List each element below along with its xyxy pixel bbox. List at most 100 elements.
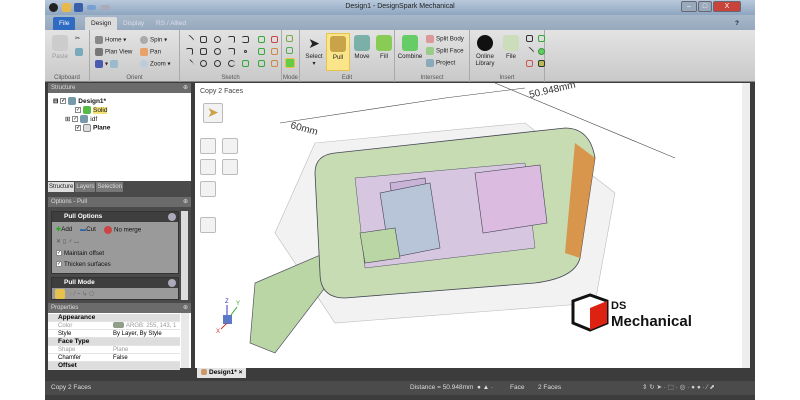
axis-icon[interactable]: [524, 46, 535, 57]
tab-design[interactable]: Design: [85, 17, 118, 30]
bend-tool-icon[interactable]: [258, 60, 265, 67]
collapse-icon[interactable]: [168, 213, 176, 221]
extend-tool-icon[interactable]: [271, 48, 278, 55]
property-row-style[interactable]: Style By Layer, By Style: [48, 330, 180, 338]
pull-button[interactable]: Pull: [326, 33, 350, 71]
thicken-surfaces-checkbox[interactable]: ✓ Thicken surfaces: [56, 261, 111, 268]
structure-header: Structure ⊕: [48, 83, 191, 93]
snap-icon[interactable]: ● ▲ ·: [477, 381, 493, 395]
no-merge-option[interactable]: No merge: [104, 226, 141, 234]
home-button[interactable]: Home ▾: [95, 36, 126, 44]
section-mode-icon[interactable]: [286, 47, 293, 54]
window-title: Design1 - DesignSpark Mechanical: [345, 3, 455, 10]
selection-filter[interactable]: Face: [510, 381, 524, 395]
plan-view-button[interactable]: Plan View: [95, 48, 132, 56]
insert-file-button[interactable]: File: [499, 33, 523, 71]
split-line-icon[interactable]: [271, 60, 278, 67]
fill-button[interactable]: Fill: [372, 33, 396, 71]
collapse-icon[interactable]: [168, 279, 176, 287]
pan-button[interactable]: Pan: [140, 48, 161, 56]
selection-count[interactable]: 2 Faces: [538, 381, 561, 395]
plane-icon[interactable]: [526, 35, 533, 42]
zoom-button[interactable]: Zoom ▾: [140, 60, 171, 68]
line-tool-icon[interactable]: [184, 34, 195, 45]
tab-selection[interactable]: Selection: [96, 182, 124, 192]
add-option[interactable]: ✚Add: [56, 226, 72, 233]
tab-file[interactable]: File: [53, 17, 76, 30]
property-row-color[interactable]: Color ARGB: 255, 143, 1: [48, 322, 180, 330]
maximize-button[interactable]: □: [698, 1, 712, 12]
copy-icon[interactable]: [75, 48, 85, 56]
circle-edge-icon[interactable]: [214, 60, 221, 67]
point-tool-icon[interactable]: [244, 50, 247, 53]
ellipse-tool-icon[interactable]: [214, 48, 221, 55]
pull-mode-icons[interactable]: ◌ ⁄ ~ ↳ ⬡: [55, 289, 95, 299]
pin-icon[interactable]: ⊕: [183, 197, 188, 207]
split-face-button[interactable]: Split Face: [426, 47, 464, 55]
component-icon[interactable]: [538, 60, 545, 67]
tab-structure[interactable]: Structure: [48, 182, 75, 192]
view-cube-button[interactable]: ▾: [95, 60, 120, 68]
cylinder-icon[interactable]: [538, 35, 545, 42]
rectangle-tool-icon[interactable]: [200, 36, 207, 43]
move-button[interactable]: Move: [350, 33, 374, 71]
tree-item-idf[interactable]: ⊞ ✓ idf: [65, 115, 97, 124]
pin-icon[interactable]: ⊕: [183, 303, 188, 313]
project-label: Project: [436, 59, 456, 67]
property-row-chamfer[interactable]: Chamfer False: [48, 354, 180, 362]
property-category-face-type[interactable]: Face Type: [48, 338, 180, 346]
origin-icon[interactable]: [526, 60, 533, 67]
property-category-offset[interactable]: Offset: [48, 362, 180, 370]
tab-display[interactable]: Display: [117, 17, 150, 30]
pull-mode-active-icon[interactable]: [55, 289, 65, 299]
options-scrollbar[interactable]: [181, 211, 188, 300]
properties-scrollbar[interactable]: [181, 313, 189, 368]
select-button[interactable]: ➤ Select ▾: [302, 33, 326, 71]
cut-option[interactable]: ▬Cut: [80, 226, 96, 233]
viewport-scrollbar[interactable]: [742, 83, 750, 368]
tree-item-plane[interactable]: ✓ Plane: [75, 124, 110, 132]
minimize-button[interactable]: –: [681, 1, 697, 12]
sketch-mode-icon[interactable]: [286, 35, 293, 42]
view-tools-icons[interactable]: ⇕ ↻ ➤ · ⬚ · ◎ · ● ● · ⁄ ⬈: [642, 381, 715, 395]
3d-viewport[interactable]: Copy 2 Faces ➤ 60mm 50.948mm DS Mechanic…: [195, 83, 750, 368]
polygon-tool-icon[interactable]: [200, 48, 207, 55]
offset-tool-icon[interactable]: [258, 48, 265, 55]
combine-button[interactable]: Combine: [396, 33, 424, 71]
close-tab-icon[interactable]: ×: [239, 369, 243, 376]
tree-item-solid[interactable]: ✓ Solid: [75, 106, 108, 114]
sphere-icon[interactable]: [538, 48, 545, 55]
spin-button[interactable]: Spin ▾: [140, 36, 167, 44]
cut-icon[interactable]: ✂: [75, 35, 80, 42]
trim-tool-icon[interactable]: [271, 36, 278, 43]
construction-line-icon[interactable]: [184, 58, 195, 69]
maintain-offset-checkbox[interactable]: ✓ Maintain offset: [56, 250, 104, 257]
tree-item-design1[interactable]: ⊟ ✓ Design1*: [53, 97, 106, 106]
paste-button[interactable]: Paste: [48, 33, 72, 71]
three-point-arc-icon[interactable]: [228, 60, 235, 67]
property-category-appearance[interactable]: Appearance: [48, 314, 180, 322]
close-button[interactable]: X: [713, 1, 741, 12]
tangent-line-icon[interactable]: [186, 48, 193, 55]
project-button[interactable]: Project: [426, 59, 455, 67]
three-point-circle-icon[interactable]: [200, 60, 207, 67]
property-row-shape[interactable]: Shape Plane: [48, 346, 180, 354]
pull-option-icons[interactable]: ✕ ▯ ♂ ⌴: [56, 238, 79, 246]
tab-layers[interactable]: Layers: [75, 182, 96, 192]
pin-icon[interactable]: ⊕: [183, 83, 188, 93]
intersect-label: Intersect: [420, 75, 444, 81]
online-library-button[interactable]: Online Library: [472, 33, 498, 71]
circle-tool-icon[interactable]: [214, 36, 221, 43]
tab-rs-allied[interactable]: RS / Allied: [150, 17, 192, 30]
split-body-button[interactable]: Split Body: [426, 35, 464, 43]
doc-tab-design1[interactable]: Design1* ×: [197, 368, 247, 378]
arc-tool-icon[interactable]: [228, 36, 235, 43]
fillet-tool-icon[interactable]: [258, 36, 265, 43]
sweep-arc-icon[interactable]: [228, 48, 235, 55]
project-tool-icon[interactable]: [242, 60, 249, 67]
3d-mode-icon[interactable]: [285, 58, 295, 68]
pull-options-header[interactable]: Pull Options: [52, 212, 178, 222]
pull-mode-header[interactable]: Pull Mode: [52, 278, 178, 288]
spline-tool-icon[interactable]: [242, 36, 249, 43]
help-icon[interactable]: ?: [735, 17, 739, 30]
